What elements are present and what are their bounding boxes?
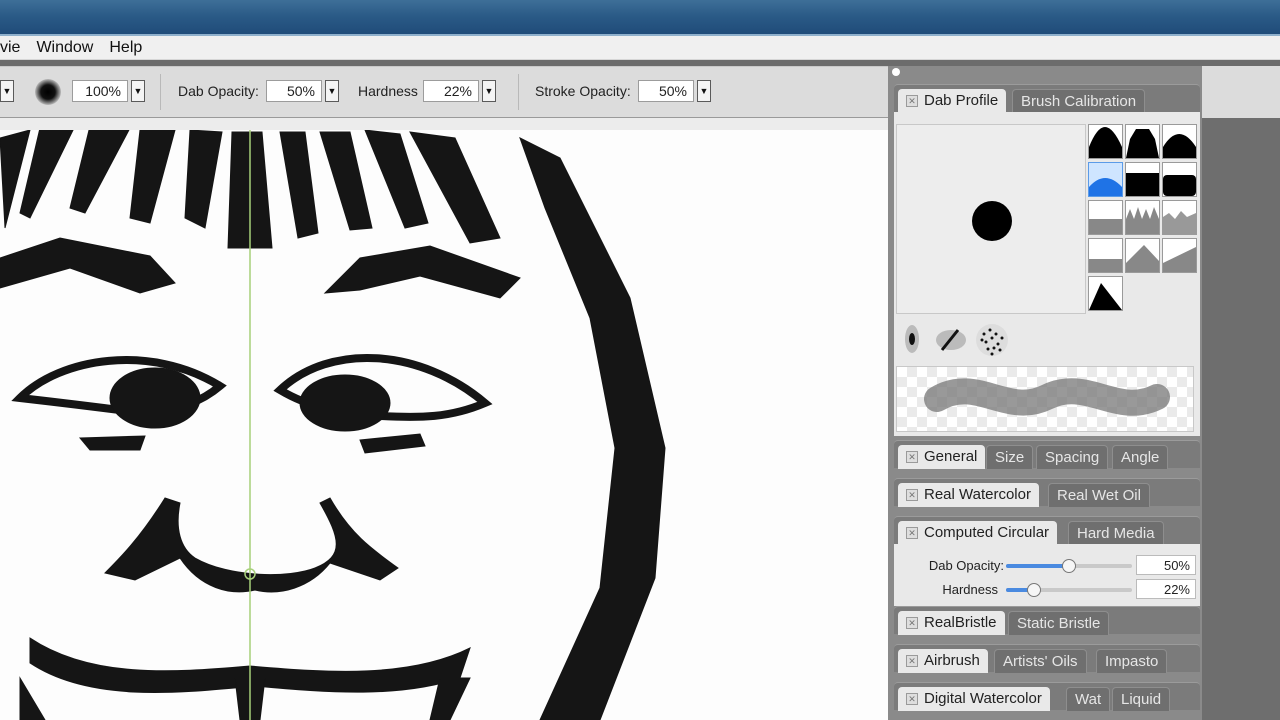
- toolbar-separator: [160, 74, 161, 110]
- dab-opacity-slider[interactable]: [1006, 559, 1132, 573]
- tab-airbrush[interactable]: ✕ Airbrush: [898, 649, 988, 673]
- tab-real-wet-oil[interactable]: Real Wet Oil: [1048, 483, 1150, 507]
- sketch-face-artwork: [0, 125, 666, 720]
- drawing-canvas[interactable]: [0, 118, 888, 720]
- menu-movie[interactable]: vie: [0, 39, 28, 57]
- real-watercolor-tabrow: ✕ Real Watercolor Real Wet Oil: [894, 478, 1200, 507]
- grainy-tip-icon[interactable]: [974, 322, 1010, 358]
- round-tip-icon[interactable]: [904, 324, 920, 354]
- toolbar-separator: [518, 74, 519, 110]
- tab-general[interactable]: ✕ General: [898, 445, 986, 469]
- flat-tip-icon[interactable]: [934, 326, 968, 354]
- hardness-slider-label: Hardness: [942, 582, 998, 597]
- tab-computed-circular[interactable]: ✕ Computed Circular: [898, 521, 1058, 545]
- right-gutter: [1202, 66, 1280, 720]
- profile-button-11[interactable]: [1125, 238, 1160, 273]
- hardness-dropdown-arrow-icon[interactable]: ▼: [482, 80, 496, 102]
- hardness-slider[interactable]: [1006, 583, 1132, 597]
- menu-help[interactable]: Help: [101, 39, 150, 57]
- profile-button-1[interactable]: [1088, 124, 1123, 159]
- tab-brush-calibration[interactable]: Brush Calibration: [1012, 89, 1146, 113]
- close-icon[interactable]: ✕: [906, 527, 918, 539]
- profile-button-4[interactable]: [1088, 162, 1123, 197]
- dab-preview: [896, 124, 1086, 314]
- canvas-ruler-strip: [0, 118, 888, 130]
- tab-liquid[interactable]: Liquid: [1112, 687, 1171, 711]
- close-icon[interactable]: ✕: [906, 693, 918, 705]
- brush-tip-icon[interactable]: [32, 78, 64, 106]
- close-icon[interactable]: ✕: [906, 617, 918, 629]
- hardness-field[interactable]: 22%: [423, 80, 479, 102]
- dab-opacity-slider-label: Dab Opacity:: [928, 558, 1004, 573]
- dab-opacity-field[interactable]: 50%: [266, 80, 322, 102]
- brush-dab-preview-icon: [972, 201, 1012, 241]
- computed-circular-panel: Dab Opacity: 50% Hardness 22%: [894, 544, 1200, 606]
- close-icon[interactable]: ✕: [906, 95, 918, 107]
- hardness-label: Hardness: [358, 83, 418, 99]
- dropdown-arrow-icon[interactable]: ▼: [0, 80, 14, 102]
- tab-digital-watercolor[interactable]: ✕ Digital Watercolor: [898, 687, 1050, 711]
- dab-opacity-dropdown-arrow-icon[interactable]: ▼: [325, 80, 339, 102]
- airbrush-tabrow: ✕ Airbrush Artists' Oils Impasto: [894, 644, 1200, 673]
- menu-bar: vie Window Help: [0, 36, 1280, 60]
- tab-wat[interactable]: Wat: [1066, 687, 1111, 711]
- size-dropdown-arrow-icon[interactable]: ▼: [131, 80, 145, 102]
- tab-hard-media[interactable]: Hard Media: [1068, 521, 1164, 545]
- tab-size[interactable]: Size: [986, 445, 1034, 469]
- stroke-opacity-dropdown-arrow-icon[interactable]: ▼: [697, 80, 711, 102]
- tab-impasto[interactable]: Impasto: [1096, 649, 1168, 673]
- dab-opacity-slider-thumb[interactable]: [1062, 559, 1076, 573]
- stroke-opacity-field[interactable]: 50%: [638, 80, 694, 102]
- general-tabrow: ✕ General Size Spacing Angle: [894, 440, 1200, 469]
- profile-button-3[interactable]: [1162, 124, 1197, 159]
- profile-button-12[interactable]: [1162, 238, 1197, 273]
- dab-opacity-slider-value[interactable]: 50%: [1136, 555, 1196, 575]
- profile-button-5[interactable]: [1125, 162, 1160, 197]
- tab-dab-profile[interactable]: ✕ Dab Profile: [898, 89, 1007, 113]
- hardness-slider-value[interactable]: 22%: [1136, 579, 1196, 599]
- hardness-slider-thumb[interactable]: [1026, 583, 1041, 597]
- tab-real-watercolor[interactable]: ✕ Real Watercolor: [898, 483, 1039, 507]
- size-percent-field[interactable]: 100%: [72, 80, 128, 102]
- window-title-bar: [0, 0, 1280, 36]
- dab-profile-panel: [894, 112, 1200, 436]
- profile-button-8[interactable]: [1125, 200, 1160, 235]
- close-icon[interactable]: ✕: [906, 655, 918, 667]
- profile-button-9[interactable]: [1162, 200, 1197, 235]
- profile-button-7[interactable]: [1088, 200, 1123, 235]
- tab-static-bristle[interactable]: Static Bristle: [1008, 611, 1110, 635]
- profile-button-10[interactable]: [1088, 238, 1123, 273]
- realbristle-tabrow: ✕ RealBristle Static Bristle: [894, 606, 1200, 635]
- menu-window[interactable]: Window: [28, 39, 101, 57]
- tab-artists-oils[interactable]: Artists' Oils: [994, 649, 1087, 673]
- tab-angle[interactable]: Angle: [1112, 445, 1169, 469]
- close-icon[interactable]: ✕: [906, 489, 918, 501]
- profile-button-6[interactable]: [1162, 162, 1197, 197]
- dab-opacity-label: Dab Opacity:: [178, 83, 259, 99]
- dab-profile-tabrow: ✕ Dab Profile Brush Calibration: [894, 84, 1200, 113]
- digital-watercolor-tabrow: ✕ Digital Watercolor Wat Liquid: [894, 682, 1200, 711]
- tab-spacing[interactable]: Spacing: [1036, 445, 1109, 469]
- profile-button-13[interactable]: [1088, 276, 1123, 311]
- dock-grip-icon[interactable]: [892, 68, 900, 76]
- tab-realbristle[interactable]: ✕ RealBristle: [898, 611, 1005, 635]
- stroke-preview: [896, 366, 1194, 432]
- profile-button-2[interactable]: [1125, 124, 1160, 159]
- close-icon[interactable]: ✕: [906, 451, 918, 463]
- stroke-opacity-label: Stroke Opacity:: [535, 83, 631, 99]
- computed-circular-tabrow: ✕ Computed Circular Hard Media: [894, 516, 1200, 545]
